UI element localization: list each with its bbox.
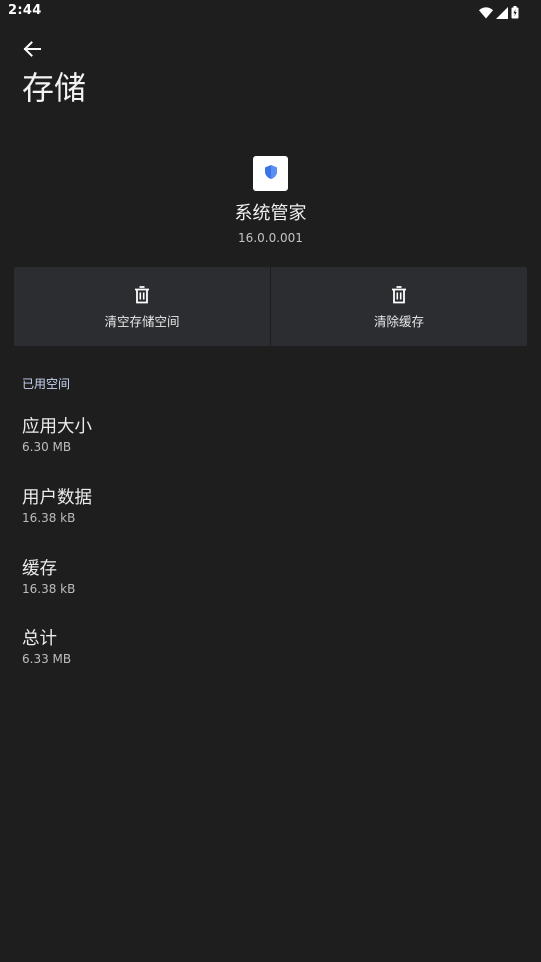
- arrow-left-icon: [23, 41, 41, 61]
- list-item-value: 16.38 kB: [22, 511, 76, 525]
- app-icon: [253, 156, 288, 191]
- clear-storage-button[interactable]: 清空存储空间: [14, 267, 270, 346]
- list-item-cache: 缓存 16.38 kB: [22, 557, 522, 597]
- status-time: 2:44: [8, 3, 42, 18]
- list-item-title: 应用大小: [22, 417, 92, 437]
- status-icons: [479, 4, 519, 23]
- clear-storage-label: 清空存储空间: [104, 314, 180, 329]
- clear-cache-button[interactable]: 清除缓存: [271, 267, 527, 346]
- back-button[interactable]: [18, 38, 46, 64]
- wifi-icon: [479, 4, 493, 23]
- list-item-total: 总计 6.33 MB: [22, 627, 522, 667]
- section-header-used-space: 已用空间: [22, 377, 71, 391]
- app-name: 系统管家: [234, 203, 307, 224]
- list-item-title: 缓存: [22, 559, 57, 579]
- trash-icon: [134, 286, 150, 308]
- page-title: 存储: [22, 69, 87, 107]
- status-bar: 2:44: [0, 0, 541, 24]
- app-version: 16.0.0.001: [238, 231, 303, 245]
- list-item-value: 16.38 kB: [22, 582, 76, 596]
- list-item-title: 用户数据: [22, 488, 92, 508]
- list-item-title: 总计: [22, 629, 57, 649]
- cellular-signal-icon: [496, 4, 508, 23]
- battery-icon: [511, 4, 519, 23]
- trash-icon: [391, 286, 407, 308]
- shield-icon: [263, 164, 279, 184]
- list-item-value: 6.30 MB: [22, 440, 72, 454]
- action-buttons: 清空存储空间 清除缓存: [14, 267, 527, 346]
- list-item-value: 6.33 MB: [22, 652, 72, 666]
- list-item-app-size: 应用大小 6.30 MB: [22, 415, 522, 455]
- list-item-user-data: 用户数据 16.38 kB: [22, 486, 522, 526]
- clear-cache-label: 清除缓存: [373, 314, 424, 329]
